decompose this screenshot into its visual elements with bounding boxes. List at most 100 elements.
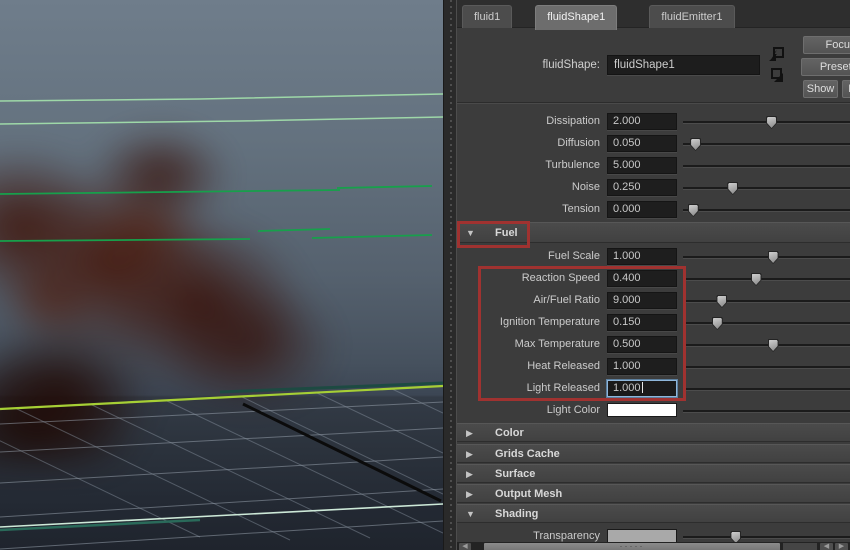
attr-row-air-fuel-ratio: Air/Fuel Ratio 9.000 <box>457 290 850 312</box>
slider-handle-face <box>689 205 698 216</box>
show-button[interactable]: Show <box>803 80 838 98</box>
attr-value-field[interactable]: 0.500 <box>607 336 677 353</box>
attr-value-field[interactable]: 1.000 <box>607 358 677 375</box>
slider-handle[interactable] <box>712 317 723 330</box>
attr-value-field[interactable]: 1.000 <box>607 248 677 265</box>
slider-handle[interactable] <box>690 138 701 151</box>
attr-row-dissipation: Dissipation 2.000 <box>457 111 850 133</box>
slider-handle[interactable] <box>716 295 727 308</box>
tab-fluidEmitter1[interactable]: fluidEmitter1 <box>649 5 734 28</box>
attr-row-heat-released: Heat Released 1.000 <box>457 356 850 378</box>
focus-button[interactable]: Focus <box>803 36 850 54</box>
section-label: Grids Cache <box>495 445 560 463</box>
attr-slider[interactable] <box>683 344 850 346</box>
attr-slider[interactable] <box>683 388 850 390</box>
attr-row-light-released: Light Released1.000 <box>457 378 850 400</box>
fluid-container-top-edges <box>0 94 443 124</box>
maya-window: fluid1 fluidShape1 fluidEmitter1 fluidShap… <box>0 0 850 550</box>
attr-slider[interactable] <box>683 300 850 302</box>
attr-slider[interactable] <box>683 366 850 368</box>
section-header-grids-cache[interactable]: ▶ Grids Cache <box>457 444 850 463</box>
attr-label: Heat Released <box>457 360 600 372</box>
scroll-right-icon[interactable]: ▶ <box>835 543 848 550</box>
section-header-fuel[interactable]: ▼ Fuel <box>457 222 850 243</box>
attr-row-noise: Noise 0.250 <box>457 177 850 199</box>
attr-label: Fuel Scale <box>457 250 600 262</box>
chevron-right-icon: ▶ <box>466 445 473 463</box>
slider-handle-face <box>767 117 776 128</box>
tab-fluidShape1[interactable]: fluidShape1 <box>535 5 617 30</box>
slider-handle-face <box>752 274 761 285</box>
attr-label: Ignition Temperature <box>457 316 600 328</box>
attr-value-field[interactable]: 0.000 <box>607 201 677 218</box>
attr-label: Tension <box>457 203 600 215</box>
node-name-field[interactable]: fluidShape1 <box>607 55 760 75</box>
attr-label: Noise <box>457 181 600 193</box>
attr-row-turbulence: Turbulence 5.000 <box>457 155 850 177</box>
attr-slider[interactable] <box>683 143 850 145</box>
splitter-grip <box>450 0 452 550</box>
attr-value-field[interactable]: 9.000 <box>607 292 677 309</box>
attr-slider[interactable] <box>683 256 850 258</box>
attr-slider[interactable] <box>683 121 850 123</box>
section-header-surface[interactable]: ▶ Surface <box>457 464 850 483</box>
pin-node-in-icon[interactable] <box>768 46 786 63</box>
attr-value-field[interactable]: 5.000 <box>607 157 677 174</box>
attr-value-field[interactable]: 0.250 <box>607 179 677 196</box>
attr-row-light-color: Light Color <box>457 400 850 422</box>
slider-handle[interactable] <box>688 204 699 217</box>
section-label: Color <box>495 424 524 442</box>
chevron-right-icon: ▶ <box>466 485 473 503</box>
attr-value-field[interactable]: 1.000 <box>607 380 677 397</box>
slider-handle-face <box>691 139 700 150</box>
color-swatch[interactable] <box>607 403 677 417</box>
section-header-output-mesh[interactable]: ▶Output Mesh <box>457 484 850 503</box>
scrollbar-thumb[interactable]: ····· <box>484 543 780 550</box>
scrollbar-track-segment <box>783 543 817 550</box>
attr-label: Diffusion <box>457 137 600 149</box>
tab-fluid1[interactable]: fluid1 <box>462 5 512 28</box>
attr-label: Turbulence <box>457 159 600 171</box>
slider-handle[interactable] <box>766 116 777 129</box>
attr-row-diffusion: Diffusion 0.050 <box>457 133 850 155</box>
attr-value-field[interactable]: 2.000 <box>607 113 677 130</box>
attr-label: Dissipation <box>457 115 600 127</box>
slider-handle[interactable] <box>751 273 762 286</box>
attr-label: Transparency <box>457 530 600 542</box>
horizontal-scrollbar[interactable]: ◀ ····· ◀ ▶ <box>457 542 850 550</box>
attr-label: Max Temperature <box>457 338 600 350</box>
section-label: Surface <box>495 465 535 483</box>
scroll-left2-icon[interactable]: ◀ <box>820 543 833 550</box>
attr-slider[interactable] <box>683 278 850 280</box>
section-header-shading[interactable]: ▼Shading <box>457 504 850 523</box>
slider-handle-face <box>769 252 778 263</box>
slider-handle[interactable] <box>768 251 779 264</box>
attr-slider[interactable] <box>683 322 850 324</box>
section-label: Fuel <box>495 223 518 243</box>
attr-value-field[interactable]: 0.400 <box>607 270 677 287</box>
attr-slider[interactable] <box>683 165 850 167</box>
panel-splitter[interactable] <box>443 0 457 550</box>
attr-row-tension: Tension 0.000 <box>457 199 850 221</box>
attr-value-field[interactable]: 0.150 <box>607 314 677 331</box>
attr-slider[interactable] <box>683 187 850 189</box>
slider-handle[interactable] <box>768 339 779 352</box>
presets-button[interactable]: Presets <box>801 58 850 76</box>
attr-row-ignition-temperature: Ignition Temperature 0.150 <box>457 312 850 334</box>
attr-value-field[interactable]: 0.050 <box>607 135 677 152</box>
section-header-color[interactable]: ▶Color <box>457 423 850 442</box>
scroll-left-icon[interactable]: ◀ <box>459 543 471 550</box>
slider-handle[interactable] <box>727 182 738 195</box>
attr-slider[interactable] <box>683 209 850 211</box>
hide-button[interactable]: Hide <box>842 80 850 98</box>
chevron-right-icon: ▶ <box>466 465 473 483</box>
3d-viewport[interactable] <box>0 0 443 550</box>
attr-label: Light Color <box>457 404 600 416</box>
attr-label: Air/Fuel Ratio <box>457 294 600 306</box>
node-type-label: fluidShape: <box>457 59 600 71</box>
attr-row-reaction-speed: Reaction Speed0.400 <box>457 268 850 290</box>
attr-slider[interactable] <box>683 410 850 412</box>
attr-slider[interactable] <box>683 536 850 538</box>
pin-node-out-icon[interactable] <box>768 67 786 84</box>
grid-axis-line <box>243 404 441 501</box>
